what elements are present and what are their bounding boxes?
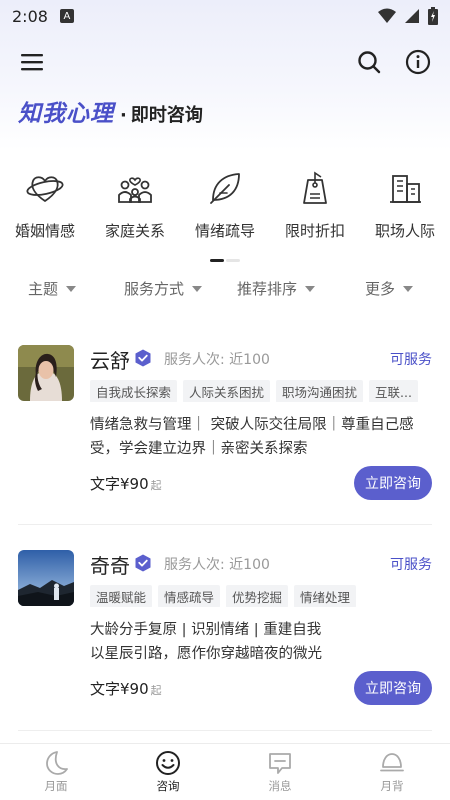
building-icon	[390, 175, 421, 203]
top-bar	[0, 44, 450, 80]
consult-button[interactable]: 立即咨询	[354, 466, 432, 500]
filter-label: 推荐排序	[237, 280, 298, 298]
category-list: 婚姻情感 家庭关系 情绪疏导 限时折扣 职场人际	[0, 168, 450, 248]
service-count: 服务人次: 近100	[164, 557, 270, 573]
indicator-active	[210, 259, 224, 262]
service-count: 服务人次: 近100	[164, 352, 270, 368]
price-value: 文字¥90	[90, 475, 149, 493]
price-suffix: 起	[150, 684, 162, 697]
moon-icon	[46, 751, 68, 775]
availability-status[interactable]: 可服务	[390, 554, 432, 574]
category-label: 限时折扣	[284, 222, 345, 240]
divider	[18, 730, 432, 731]
tab-label: 月面	[44, 779, 68, 793]
status-bar: 2:08 A	[0, 0, 450, 32]
tag: 互联...	[369, 380, 418, 402]
filter-label: 主题	[28, 280, 59, 298]
signal-icon	[405, 9, 419, 23]
tab-moon-back[interactable]: 月背	[336, 744, 448, 800]
verified-badge-icon	[135, 349, 151, 367]
category-marriage[interactable]: 婚姻情感	[5, 168, 85, 241]
title-separator: ·	[120, 105, 127, 126]
tag: 职场沟通困扰	[276, 380, 364, 402]
battery-icon	[428, 7, 438, 25]
smile-icon	[156, 751, 180, 775]
category-emotion[interactable]: 情绪疏导	[185, 168, 265, 241]
category-label: 情绪疏导	[194, 222, 255, 240]
wifi-icon	[378, 8, 396, 23]
menu-button[interactable]	[18, 48, 46, 76]
hamburger-icon	[21, 54, 43, 71]
category-page-indicator	[210, 259, 240, 262]
counselor-description: 情绪急救与管理｜ 突破人际交往局限｜尊重自己感受，学会建立边界｜亲密关系探索	[90, 417, 414, 457]
category-discount[interactable]: 限时折扣	[275, 168, 355, 241]
avatar	[18, 345, 74, 401]
counselor-card[interactable]: 云舒 服务人次: 近100 可服务 自我成长探索 人际关系困扰 职场沟通困扰 互联..…	[18, 345, 432, 505]
tag: 自我成长探索	[90, 380, 178, 402]
filter-sort[interactable]: 推荐排序	[237, 278, 316, 299]
counselor-name: 奇奇	[90, 554, 130, 578]
category-family[interactable]: 家庭关系	[95, 168, 175, 241]
filter-service-mode[interactable]: 服务方式	[124, 278, 203, 299]
tab-messages[interactable]: 消息	[224, 744, 336, 800]
bottom-tab-bar: 月面 咨询 消息 月背	[0, 743, 450, 800]
tag: 情绪处理	[294, 585, 357, 607]
tag-list: 温暖赋能 情感疏导 优势挖掘 情绪处理	[90, 585, 432, 607]
category-label: 婚姻情感	[14, 222, 75, 240]
tab-label: 消息	[268, 779, 292, 793]
avatar	[18, 550, 74, 606]
status-time: 2:08	[12, 6, 48, 26]
counselor-name: 云舒	[90, 349, 130, 373]
caret-down-icon	[66, 285, 77, 292]
caret-down-icon	[305, 285, 316, 292]
divider	[18, 524, 432, 525]
tab-label: 咨询	[156, 779, 180, 793]
tag: 情感疏导	[158, 585, 221, 607]
category-label: 家庭关系	[104, 222, 165, 240]
tag: 温暖赋能	[90, 585, 153, 607]
filter-topic[interactable]: 主题	[28, 278, 77, 299]
verified-badge-icon	[135, 554, 151, 572]
leaf-icon	[210, 173, 240, 204]
brand-logo: 知我心理	[18, 101, 114, 127]
heart-ring-icon	[26, 176, 64, 202]
tab-label: 月背	[380, 779, 404, 793]
moon-dome-icon	[380, 753, 404, 772]
search-button[interactable]	[355, 48, 383, 76]
category-label: 职场人际	[374, 222, 435, 240]
price-tag-icon	[303, 171, 327, 204]
price: 文字¥90 起	[90, 473, 162, 494]
tab-moon-front[interactable]: 月面	[0, 744, 112, 800]
category-workplace[interactable]: 职场人际	[365, 168, 445, 241]
price-value: 文字¥90	[90, 680, 149, 698]
search-icon	[358, 51, 381, 74]
tag: 人际关系困扰	[183, 380, 271, 402]
price-suffix: 起	[150, 479, 162, 492]
tag: 优势挖掘	[226, 585, 289, 607]
info-button[interactable]	[404, 48, 432, 76]
price: 文字¥90 起	[90, 678, 162, 699]
family-icon	[118, 177, 152, 203]
caret-down-icon	[192, 285, 203, 292]
indicator-inactive	[226, 259, 240, 262]
status-badge: A	[59, 9, 74, 23]
message-icon	[269, 753, 291, 774]
filter-more[interactable]: 更多	[365, 278, 414, 299]
tag-list: 自我成长探索 人际关系困扰 职场沟通困扰 互联...	[90, 380, 432, 402]
filter-label: 更多	[365, 280, 396, 298]
availability-status[interactable]: 可服务	[390, 349, 432, 369]
counselor-card[interactable]: 奇奇 服务人次: 近100 可服务 温暖赋能 情感疏导 优势挖掘 情绪处理 大龄分手复…	[18, 550, 432, 710]
info-icon	[405, 49, 431, 75]
filter-bar: 主题 服务方式 推荐排序 更多	[0, 278, 450, 300]
counselor-description: 大龄分手复原 | 识别情绪 | 重建自我 以星辰引路，愿作你穿越暗夜的微光	[90, 622, 322, 662]
consult-button[interactable]: 立即咨询	[354, 671, 432, 705]
page-title: 知我心理 · 即时咨询	[18, 94, 203, 128]
filter-label: 服务方式	[124, 280, 185, 298]
page-subtitle: 即时咨询	[130, 105, 203, 126]
caret-down-icon	[403, 285, 414, 292]
tab-consult[interactable]: 咨询	[112, 744, 224, 800]
